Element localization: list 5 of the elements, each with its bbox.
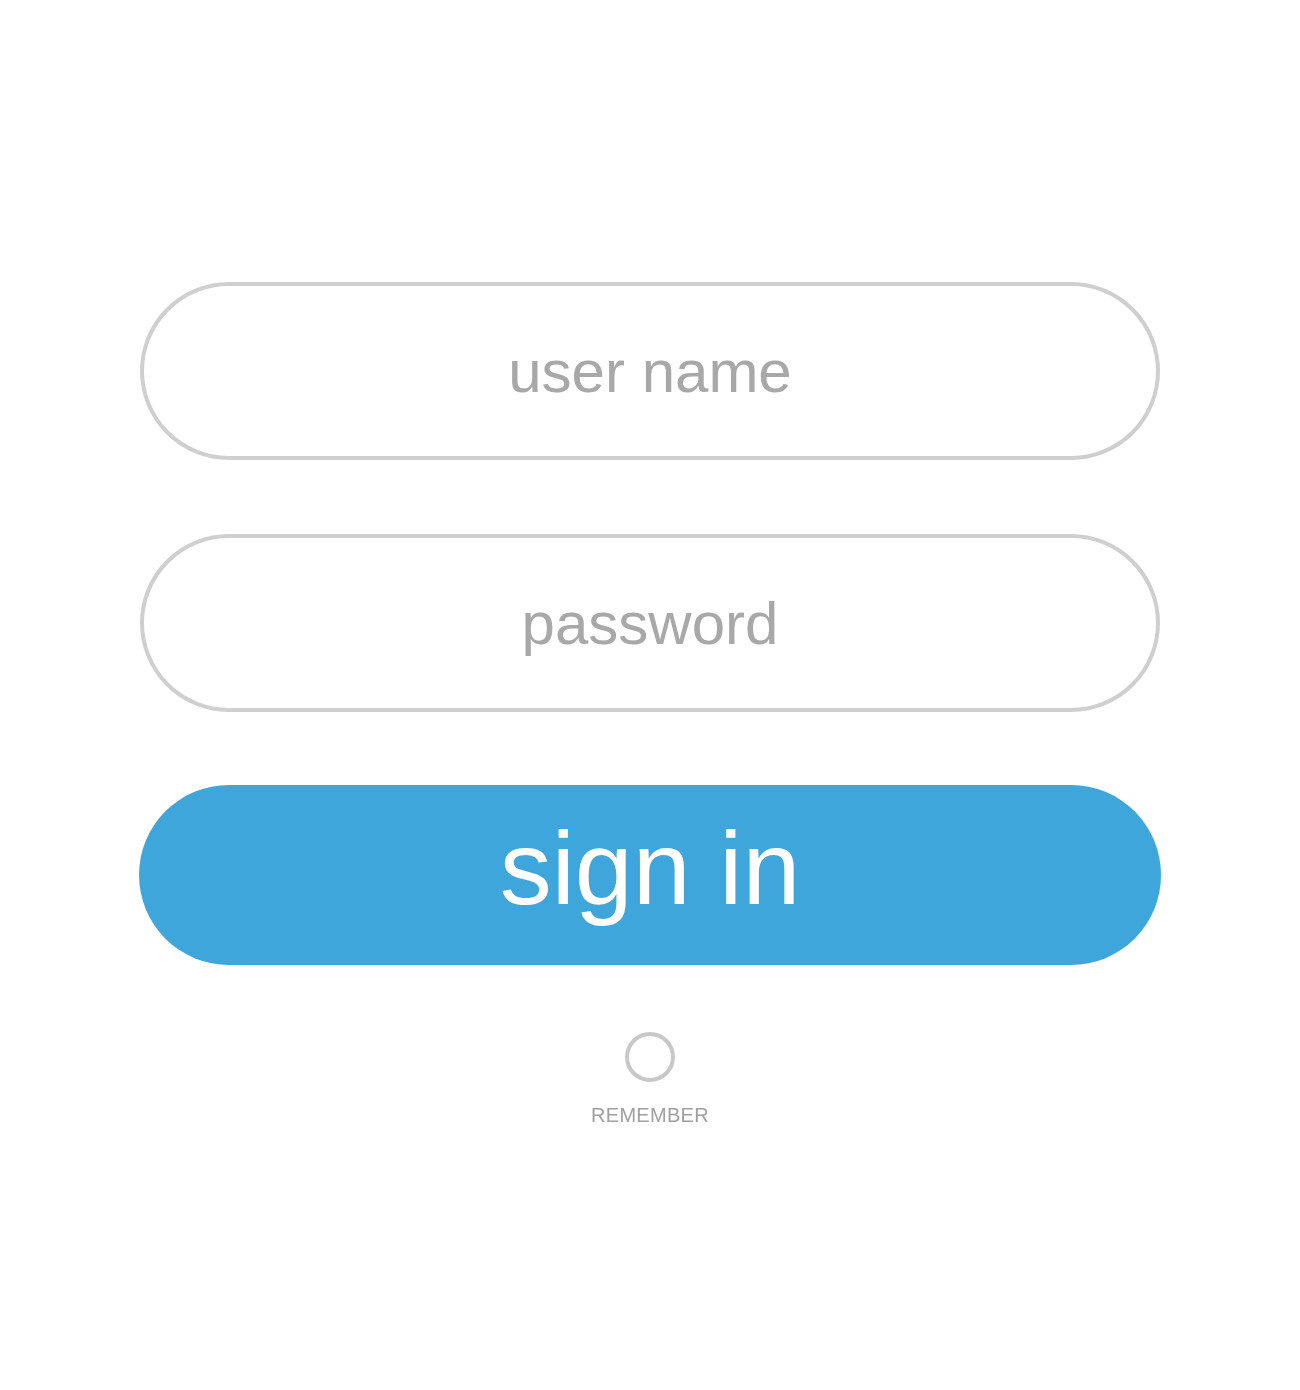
username-field[interactable]: user name bbox=[140, 282, 1160, 460]
password-field[interactable]: password bbox=[140, 534, 1160, 712]
sign-in-button[interactable]: sign in bbox=[139, 785, 1161, 965]
remember-radio[interactable] bbox=[625, 1032, 675, 1082]
remember-label[interactable]: REMEMBER bbox=[591, 1104, 709, 1127]
